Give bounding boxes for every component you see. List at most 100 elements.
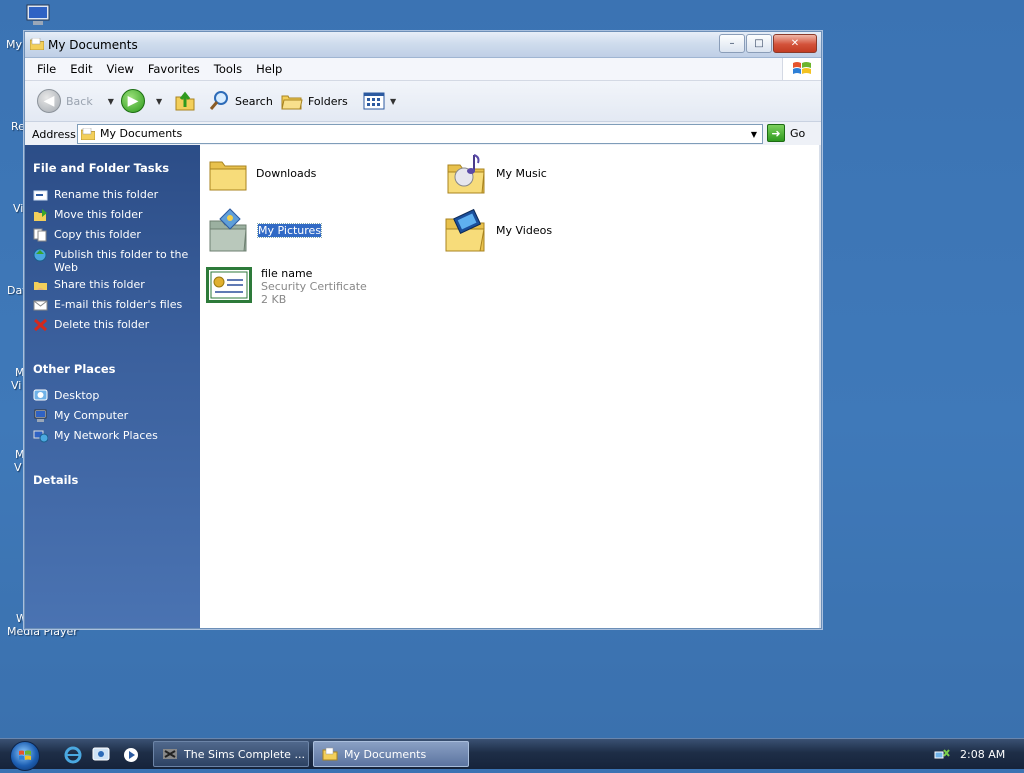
file-item-my-music[interactable]: My Music [446,151,547,195]
file-item-downloads[interactable]: Downloads [208,154,316,194]
other-places-heading[interactable]: Other Places [33,362,116,376]
menu-edit[interactable]: Edit [63,62,99,76]
menu-view[interactable]: View [100,62,141,76]
folders-icon [281,95,303,110]
desktop-quicklaunch-icon[interactable] [92,746,110,764]
desktop-label-v[interactable]: V [14,461,22,474]
task-label: Rename this folder [54,188,159,201]
search-label: Search [235,94,273,108]
back-history-dropdown-icon[interactable]: ▼ [108,97,114,106]
menu-file[interactable]: File [30,62,63,76]
network-tray-icon[interactable] [934,746,950,762]
folder-icon [209,161,247,191]
email-icon [33,300,48,311]
folder-icon [30,38,44,50]
go-arrow-icon: ➜ [767,124,785,142]
start-button[interactable] [10,741,40,771]
folder-icon [322,747,338,761]
file-type: Security Certificate [261,280,367,293]
up-folder-icon [175,91,195,111]
internet-explorer-icon[interactable] [64,746,82,764]
task-pane: File and Folder Tasks Rename this folder… [25,145,200,628]
views-icon [363,92,385,110]
right-edge [819,145,821,628]
desktop-label-recycle-bin[interactable]: Re [11,120,25,133]
certificate-icon [206,267,252,303]
address-field[interactable]: My Documents ▼ [77,124,763,144]
task-label: Share this folder [54,278,145,291]
place-label: My Network Places [54,429,158,442]
file-folder-tasks-heading[interactable]: File and Folder Tasks [33,161,169,175]
forward-history-dropdown-icon[interactable]: ▼ [156,97,162,106]
task-publish-web[interactable]: Publish this folder to the Web [33,248,193,274]
window-title: My Documents [48,38,138,52]
file-name-selected: My Pictures [256,223,323,238]
menu-help[interactable]: Help [249,62,289,76]
task-move-folder[interactable]: Move this folder [33,208,193,222]
file-item-my-videos[interactable]: My Videos [444,207,552,253]
place-desktop[interactable]: Desktop [33,389,193,403]
taskbar-item-my-documents[interactable]: My Documents [313,741,469,767]
menu-favorites[interactable]: Favorites [141,62,207,76]
publish-web-icon [33,248,47,262]
go-button[interactable]: ➜ Go [767,124,805,142]
address-dropdown-icon[interactable]: ▼ [746,125,762,143]
task-delete-folder[interactable]: Delete this folder [33,318,193,332]
file-view: Downloads My Music My Pictures My Videos… [200,145,821,628]
task-label: E-mail this folder's files [54,298,183,311]
forward-button[interactable]: ▶ ▼ [121,89,162,113]
search-button[interactable]: Search [208,89,273,113]
place-network-places[interactable]: My Network Places [33,429,193,443]
desktop-label-vi2[interactable]: Vi [11,379,21,392]
caption-buttons: – □ ✕ [719,34,817,53]
desktop-label-my-computer[interactable]: My [6,38,22,51]
taskbar: The Sims Complete ... My Documents 2:08 … [0,738,1024,771]
task-email-files[interactable]: E-mail this folder's files [33,298,193,312]
address-bar: Address My Documents ▼ ➜ Go [25,122,821,147]
task-label: Copy this folder [54,228,141,241]
music-folder-icon [447,154,485,194]
clock[interactable]: 2:08 AM [960,748,1005,761]
task-copy-folder[interactable]: Copy this folder [33,228,193,242]
explorer-window: My Documents – □ ✕ File Edit View Favori… [24,31,822,629]
views-dropdown-icon[interactable]: ▼ [390,97,396,106]
task-label: Publish this folder to the Web [54,248,189,274]
title-bar[interactable]: My Documents – □ ✕ [25,32,821,58]
windows-logo-icon [782,58,821,80]
windows-logo-icon [19,750,31,760]
minimize-button[interactable]: – [719,34,745,53]
content-area: File and Folder Tasks Rename this folder… [25,145,821,628]
go-label: Go [790,126,806,140]
maximize-button[interactable]: □ [746,34,772,53]
network-places-icon [33,430,48,443]
my-computer-desktop-icon[interactable] [24,4,52,26]
address-value: My Documents [100,127,183,140]
media-player-icon[interactable] [122,746,140,764]
views-button[interactable]: ▼ [363,89,396,113]
rename-icon [33,190,48,201]
file-item-my-pictures[interactable]: My Pictures [208,207,323,253]
task-share-folder[interactable]: Share this folder [33,278,193,292]
up-folder-button[interactable] [174,89,196,113]
toolbar: ◀ Back ▼ ▶ ▼ Search Folders ▼ [25,81,821,122]
place-my-computer[interactable]: My Computer [33,409,193,423]
move-icon [34,209,47,221]
task-rename-folder[interactable]: Rename this folder [33,188,193,202]
folders-label: Folders [308,94,348,108]
menu-tools[interactable]: Tools [207,62,249,76]
close-button[interactable]: ✕ [773,34,817,53]
place-label: Desktop [54,389,100,402]
details-heading[interactable]: Details [33,473,78,487]
file-name: file name [261,267,313,280]
taskbar-item-sims[interactable]: The Sims Complete ... [153,741,309,767]
pictures-folder-icon [209,208,247,252]
certificate-text: file name Security Certificate 2 KB [261,266,367,306]
place-label: My Computer [54,409,129,422]
file-size: 2 KB [261,293,287,306]
folders-button[interactable]: Folders [281,89,348,113]
file-name: My Videos [496,224,553,237]
back-button[interactable]: ◀ Back ▼ [37,89,114,113]
desktop-label-vi[interactable]: Vi [13,202,23,215]
file-item-certificate[interactable]: file name Security Certificate 2 KB [205,266,367,306]
forward-arrow-icon: ▶ [121,89,145,113]
